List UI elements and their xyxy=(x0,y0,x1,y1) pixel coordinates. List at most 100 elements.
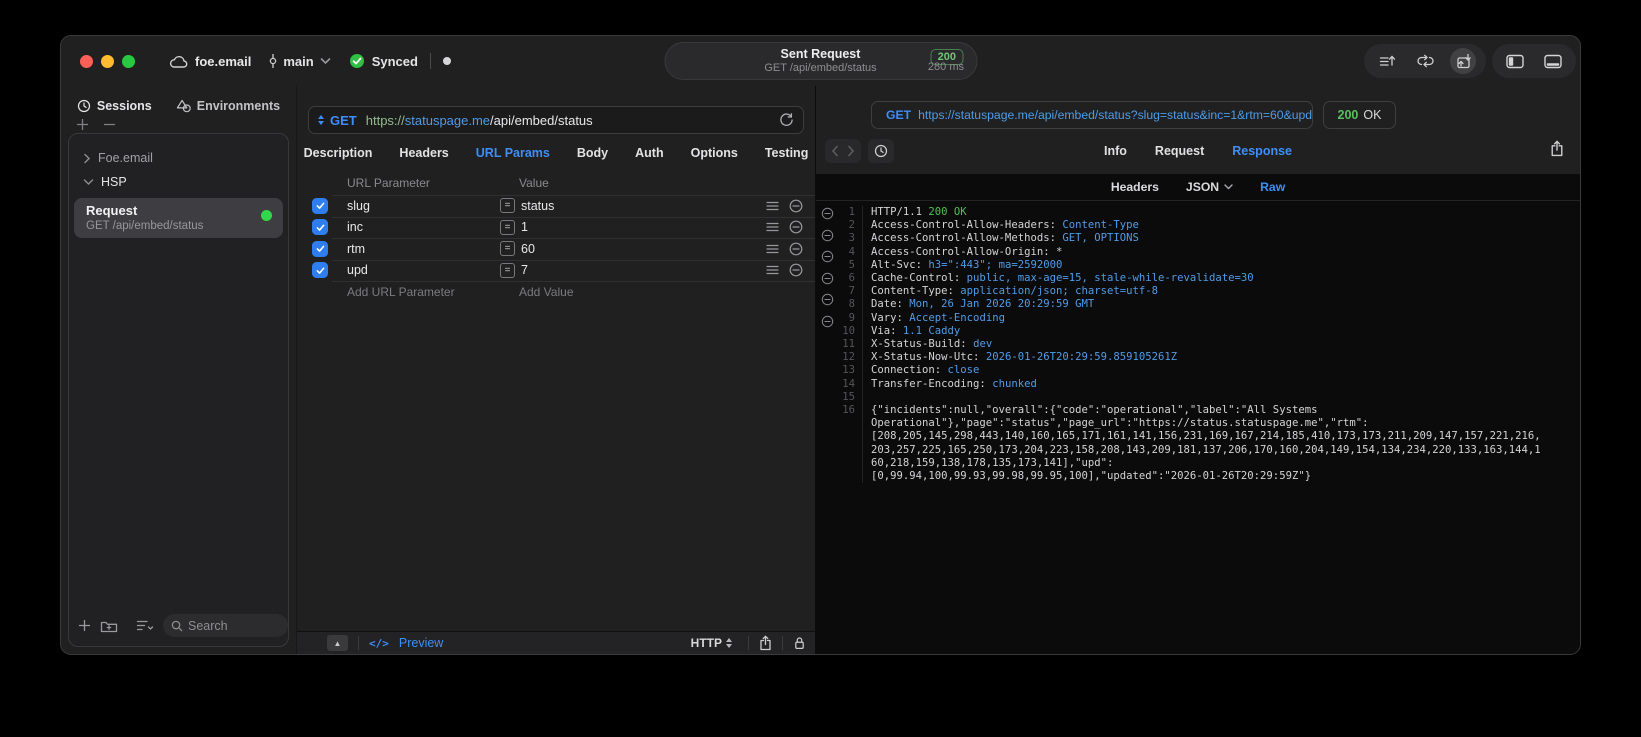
tab-environments[interactable]: Environments xyxy=(176,99,280,113)
share-icon[interactable] xyxy=(759,635,772,651)
toggle-bottom-panel-button[interactable] xyxy=(1540,48,1566,74)
tab-url-params[interactable]: URL Params xyxy=(476,146,550,160)
subtab-raw[interactable]: Raw xyxy=(1260,180,1285,194)
tab-body[interactable]: Body xyxy=(577,146,608,160)
param-name-field[interactable]: inc xyxy=(347,220,500,234)
toggle-sidebar-button[interactable] xyxy=(1502,48,1528,74)
drag-handle-icon[interactable] xyxy=(766,244,779,254)
sync-loop-button[interactable] xyxy=(1412,48,1438,74)
tab-headers[interactable]: Headers xyxy=(399,146,448,160)
fold-toggle-icon[interactable] xyxy=(821,315,834,328)
tab-description[interactable]: Description xyxy=(304,146,373,160)
preview-button[interactable]: Preview xyxy=(399,636,443,650)
param-value-field[interactable]: status xyxy=(521,199,766,213)
method-stepper-icon[interactable] xyxy=(318,115,324,125)
remove-param-icon[interactable] xyxy=(789,242,803,256)
tab-testing[interactable]: Testing xyxy=(765,146,809,160)
branch-selector[interactable]: main xyxy=(267,53,331,69)
param-name-field[interactable]: slug xyxy=(347,199,500,213)
param-checkbox[interactable] xyxy=(312,240,328,257)
add-param-row: Add URL Parameter Add Value xyxy=(297,281,815,303)
sidebar-search[interactable] xyxy=(163,614,288,637)
param-checkbox[interactable] xyxy=(312,197,328,214)
param-name-field[interactable]: rtm xyxy=(347,242,500,256)
drag-handle-icon[interactable] xyxy=(766,222,779,232)
tab-response[interactable]: Response xyxy=(1232,144,1292,158)
response-line: 10 Via: 1.1 Caddy xyxy=(838,324,1572,339)
request-item-selected[interactable]: Request GET /api/embed/status xyxy=(74,198,283,238)
export-response-icon[interactable] xyxy=(1550,140,1564,157)
request-url-bar[interactable]: GET https://statuspage.me/api/embed/stat… xyxy=(308,106,804,134)
param-row: slug = status xyxy=(297,195,815,217)
tab-options[interactable]: Options xyxy=(691,146,738,160)
param-value-field[interactable]: 1 xyxy=(521,220,766,234)
close-window-button[interactable] xyxy=(80,54,93,68)
fold-toggle-icon[interactable] xyxy=(821,293,834,306)
remove-param-icon[interactable] xyxy=(789,199,803,213)
line-number: 10 xyxy=(842,324,855,337)
fold-toggle-icon[interactable] xyxy=(821,229,834,242)
fold-toggle-icon[interactable] xyxy=(821,250,834,263)
sync-status[interactable]: Synced xyxy=(349,53,418,69)
line-number: 6 xyxy=(848,272,855,285)
response-subtabs: Headers JSON Raw xyxy=(816,174,1580,201)
param-operator[interactable]: = xyxy=(500,219,515,235)
add-request-button[interactable] xyxy=(78,619,91,632)
response-url-box[interactable]: GET https://statuspage.me/api/embed/stat… xyxy=(871,101,1313,129)
search-icon xyxy=(171,620,183,632)
fold-toggle-icon[interactable] xyxy=(821,207,834,220)
param-checkbox[interactable] xyxy=(312,262,328,279)
response-line: 11 X-Status-Build: dev xyxy=(838,338,1572,352)
line-number: 5 xyxy=(848,258,855,271)
param-name-field[interactable]: upd xyxy=(347,263,500,277)
resend-request-icon[interactable] xyxy=(779,112,794,128)
drag-handle-icon[interactable] xyxy=(766,265,779,275)
request-method[interactable]: GET xyxy=(330,113,357,128)
minimize-window-button[interactable] xyxy=(101,54,114,68)
tab-auth[interactable]: Auth xyxy=(635,146,663,160)
remove-param-icon[interactable] xyxy=(789,263,803,277)
tree-group-hsp[interactable]: HSP xyxy=(69,170,288,194)
project-name: foe.email xyxy=(195,53,252,69)
tree-group-foe-email[interactable]: Foe.email xyxy=(69,146,288,170)
tab-request[interactable]: Request xyxy=(1155,144,1204,158)
add-folder-button[interactable] xyxy=(100,619,118,633)
zoom-window-button[interactable] xyxy=(122,54,135,68)
sent-request-pill[interactable]: Sent Request GET /api/embed/status 200 2… xyxy=(664,42,977,80)
subtab-json-label: JSON xyxy=(1185,180,1220,194)
param-checkbox[interactable] xyxy=(312,219,328,236)
param-operator[interactable]: = xyxy=(500,241,515,257)
protocol-selector[interactable]: HTTP xyxy=(691,636,738,650)
tab-info[interactable]: Info xyxy=(1104,144,1127,158)
add-value-button[interactable]: Add Value xyxy=(519,285,574,299)
tab-sessions[interactable]: Sessions xyxy=(77,99,152,113)
import-requests-button[interactable] xyxy=(1450,48,1476,74)
param-value-field[interactable]: 60 xyxy=(521,242,766,256)
expand-panel-button[interactable]: ▲ xyxy=(327,635,348,651)
subtab-json[interactable]: JSON xyxy=(1186,180,1233,194)
lock-icon[interactable] xyxy=(793,635,806,651)
remove-session-button[interactable] xyxy=(103,118,116,131)
request-url-input[interactable]: https://statuspage.me/api/embed/status xyxy=(366,113,773,128)
add-session-button[interactable] xyxy=(76,118,89,131)
column-header-param: URL Parameter xyxy=(347,176,430,190)
footer-separator xyxy=(358,636,359,650)
drag-handle-icon[interactable] xyxy=(766,201,779,211)
add-param-button[interactable]: Add URL Parameter xyxy=(347,285,455,299)
header-name: Via: xyxy=(871,324,903,337)
response-content: Headers JSON Raw 1 HTTP/1.1 200 OK 2 Acc… xyxy=(816,174,1580,654)
subtab-headers[interactable]: Headers xyxy=(1111,180,1159,194)
header-name: X-Status-Now-Utc: xyxy=(871,351,986,364)
fold-toggle-icon[interactable] xyxy=(821,272,834,285)
response-line: 15 xyxy=(838,390,1572,405)
param-operator[interactable]: = xyxy=(500,262,515,278)
remove-param-icon[interactable] xyxy=(789,220,803,234)
organize-export-button[interactable] xyxy=(1374,48,1400,74)
sort-list-button[interactable] xyxy=(136,619,154,632)
sidebar-toolbar xyxy=(69,614,288,637)
param-operator[interactable]: = xyxy=(500,198,515,214)
param-value-field[interactable]: 7 xyxy=(521,263,766,277)
response-status-box: 200 OK xyxy=(1323,101,1396,129)
search-input[interactable] xyxy=(188,618,288,633)
project-cluster[interactable]: foe.email xyxy=(169,54,251,69)
